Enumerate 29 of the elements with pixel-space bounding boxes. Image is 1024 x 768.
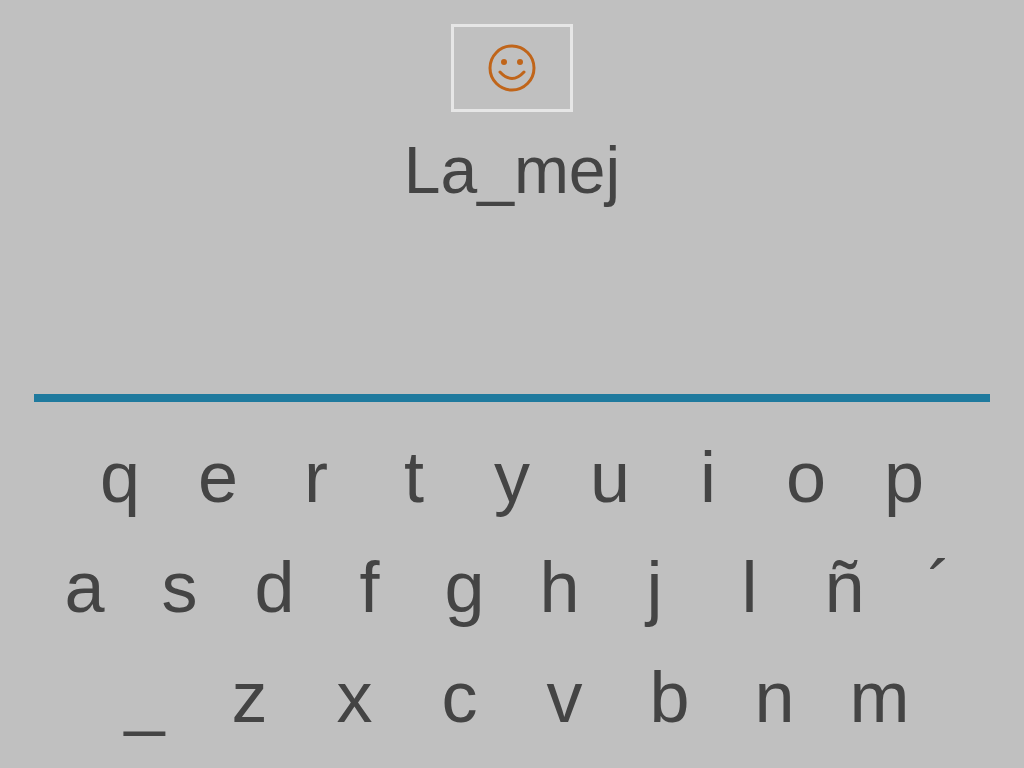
key-button[interactable]: u <box>561 432 659 522</box>
key-button[interactable]: q <box>71 432 169 522</box>
key-button[interactable]: e <box>169 432 267 522</box>
key-button[interactable]: a <box>37 542 132 632</box>
key-button[interactable]: m <box>827 652 932 742</box>
smiley-icon <box>487 43 537 93</box>
key-button[interactable]: l <box>702 542 797 632</box>
key-button[interactable]: x <box>302 652 407 742</box>
answer-text: La_mej <box>403 132 621 209</box>
key-button[interactable]: o <box>757 432 855 522</box>
key-button[interactable]: r <box>267 432 365 522</box>
key-button[interactable]: j <box>607 542 702 632</box>
key-button[interactable]: s <box>132 542 227 632</box>
key-button[interactable]: v <box>512 652 617 742</box>
key-button[interactable]: y <box>463 432 561 522</box>
key-button[interactable]: n <box>722 652 827 742</box>
key-button[interactable]: t <box>365 432 463 522</box>
key-button[interactable]: b <box>617 652 722 742</box>
key-button[interactable]: d <box>227 542 322 632</box>
key-button[interactable]: h <box>512 542 607 632</box>
key-button[interactable]: _ <box>92 652 197 742</box>
key-button[interactable]: g <box>417 542 512 632</box>
key-button[interactable]: ñ <box>797 542 892 632</box>
key-button[interactable]: f <box>322 542 417 632</box>
key-button[interactable]: z <box>197 652 302 742</box>
key-button[interactable]: i <box>659 432 757 522</box>
key-button[interactable]: c <box>407 652 512 742</box>
key-button[interactable]: ´ <box>892 542 987 632</box>
key-button[interactable]: p <box>855 432 953 522</box>
